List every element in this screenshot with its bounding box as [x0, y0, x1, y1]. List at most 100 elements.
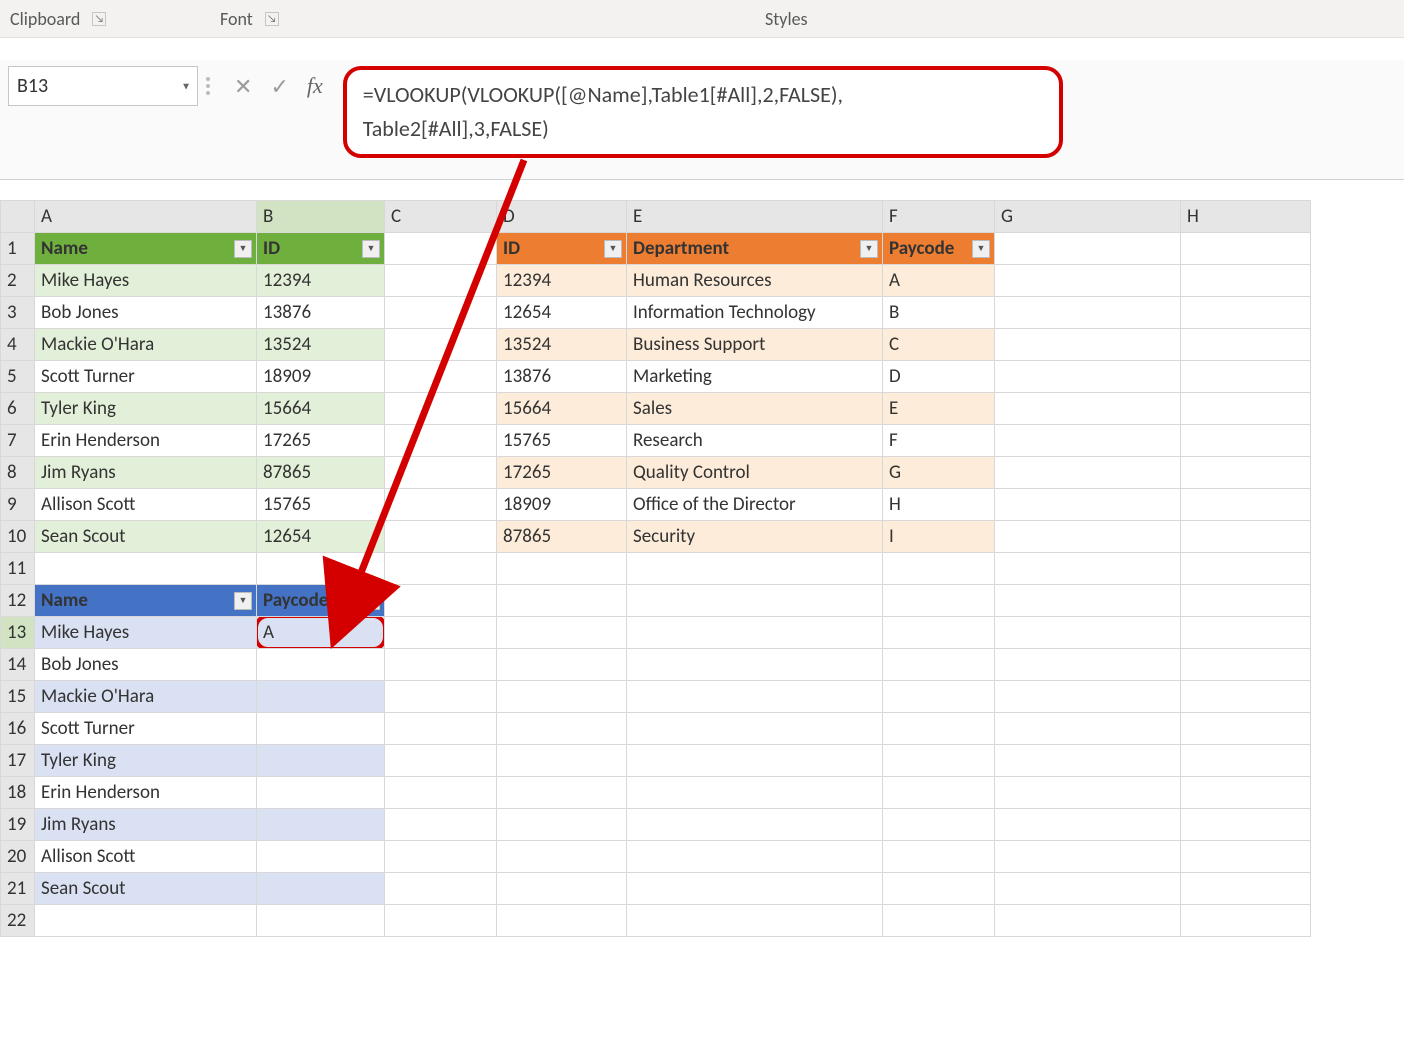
row-header[interactable]: 18 — [1, 777, 35, 809]
cell[interactable] — [497, 809, 627, 841]
cell[interactable]: Sean Scout — [35, 521, 257, 553]
cell[interactable]: Scott Turner — [35, 361, 257, 393]
cell[interactable] — [385, 329, 497, 361]
cell[interactable] — [1181, 873, 1311, 905]
cell[interactable] — [385, 777, 497, 809]
cell[interactable]: 87865 — [257, 457, 385, 489]
cell[interactable] — [627, 777, 883, 809]
row-header[interactable]: 15 — [1, 681, 35, 713]
row-header[interactable]: 4 — [1, 329, 35, 361]
cell[interactable] — [995, 809, 1181, 841]
cell[interactable] — [627, 585, 883, 617]
filter-dropdown-icon[interactable]: ▼ — [860, 240, 878, 258]
cell[interactable] — [1181, 649, 1311, 681]
cell[interactable] — [35, 553, 257, 585]
cell[interactable] — [995, 745, 1181, 777]
cell[interactable] — [1181, 297, 1311, 329]
cell[interactable] — [883, 809, 995, 841]
cell[interactable]: Erin Henderson — [35, 777, 257, 809]
column-header-D[interactable]: D — [497, 201, 627, 233]
cell[interactable] — [497, 681, 627, 713]
cell[interactable] — [385, 489, 497, 521]
row-header[interactable]: 16 — [1, 713, 35, 745]
table2-header-id[interactable]: ID ▼ — [497, 233, 627, 265]
cell[interactable] — [257, 553, 385, 585]
cell[interactable] — [1181, 617, 1311, 649]
cell[interactable] — [385, 265, 497, 297]
row-header[interactable]: 7 — [1, 425, 35, 457]
cell[interactable]: Jim Ryans — [35, 457, 257, 489]
cell[interactable]: 18909 — [497, 489, 627, 521]
cell[interactable]: Tyler King — [35, 745, 257, 777]
cell[interactable] — [883, 553, 995, 585]
cell[interactable] — [995, 553, 1181, 585]
cell[interactable] — [385, 553, 497, 585]
cell[interactable]: Mackie O'Hara — [35, 329, 257, 361]
filter-dropdown-icon[interactable]: ▼ — [362, 240, 380, 258]
cell[interactable] — [385, 841, 497, 873]
cell[interactable] — [1181, 393, 1311, 425]
cell[interactable] — [385, 873, 497, 905]
cell[interactable] — [995, 489, 1181, 521]
select-all-cell[interactable] — [1, 201, 35, 233]
column-header-G[interactable]: G — [995, 201, 1181, 233]
filter-dropdown-icon[interactable]: ▼ — [234, 240, 252, 258]
cell[interactable]: Office of the Director — [627, 489, 883, 521]
cell[interactable] — [385, 521, 497, 553]
cell[interactable] — [1181, 841, 1311, 873]
spreadsheet-grid[interactable]: A B C D E F G H 1 Name ▼ ID ▼ ID ▼ Depar… — [0, 200, 1404, 1057]
cell[interactable] — [497, 777, 627, 809]
cell[interactable] — [257, 649, 385, 681]
cell[interactable] — [627, 873, 883, 905]
chevron-down-icon[interactable]: ▼ — [181, 80, 191, 93]
cell[interactable] — [1181, 681, 1311, 713]
table2-header-dept[interactable]: Department ▼ — [627, 233, 883, 265]
cell[interactable] — [995, 297, 1181, 329]
cell[interactable]: 15664 — [497, 393, 627, 425]
cell[interactable] — [257, 809, 385, 841]
cell[interactable] — [995, 777, 1181, 809]
table3-header-pay[interactable]: Paycode ▼ — [257, 585, 385, 617]
column-header-E[interactable]: E — [627, 201, 883, 233]
cell[interactable] — [883, 713, 995, 745]
cell[interactable] — [995, 457, 1181, 489]
row-header[interactable]: 1 — [1, 233, 35, 265]
cell[interactable]: 13524 — [497, 329, 627, 361]
cell[interactable] — [497, 585, 627, 617]
cell[interactable]: Tyler King — [35, 393, 257, 425]
cell[interactable] — [883, 905, 995, 937]
cell[interactable]: Allison Scott — [35, 841, 257, 873]
cell[interactable] — [1181, 489, 1311, 521]
table1-header-id[interactable]: ID ▼ — [257, 233, 385, 265]
cell[interactable] — [883, 585, 995, 617]
column-header-C[interactable]: C — [385, 201, 497, 233]
cell[interactable] — [1181, 233, 1311, 265]
cell[interactable] — [1181, 329, 1311, 361]
cell[interactable]: B — [883, 297, 995, 329]
cell[interactable] — [385, 457, 497, 489]
cell[interactable] — [995, 329, 1181, 361]
dialog-launcher-icon[interactable]: ↘ — [92, 12, 106, 26]
cell[interactable]: I — [883, 521, 995, 553]
cell[interactable] — [995, 265, 1181, 297]
cell[interactable] — [995, 617, 1181, 649]
cell[interactable]: 13876 — [257, 297, 385, 329]
row-header[interactable]: 11 — [1, 553, 35, 585]
cell[interactable] — [497, 713, 627, 745]
row-header[interactable]: 3 — [1, 297, 35, 329]
cell[interactable] — [385, 233, 497, 265]
cell[interactable] — [883, 873, 995, 905]
cell[interactable] — [627, 745, 883, 777]
cell[interactable]: Sean Scout — [35, 873, 257, 905]
cell[interactable] — [1181, 809, 1311, 841]
cell[interactable] — [35, 905, 257, 937]
cell[interactable] — [1181, 553, 1311, 585]
column-header-H[interactable]: H — [1181, 201, 1311, 233]
cell[interactable] — [385, 649, 497, 681]
cell[interactable] — [883, 617, 995, 649]
cell[interactable]: 12394 — [497, 265, 627, 297]
cell[interactable]: 17265 — [497, 457, 627, 489]
row-header[interactable]: 10 — [1, 521, 35, 553]
cell[interactable]: C — [883, 329, 995, 361]
cell[interactable] — [497, 553, 627, 585]
